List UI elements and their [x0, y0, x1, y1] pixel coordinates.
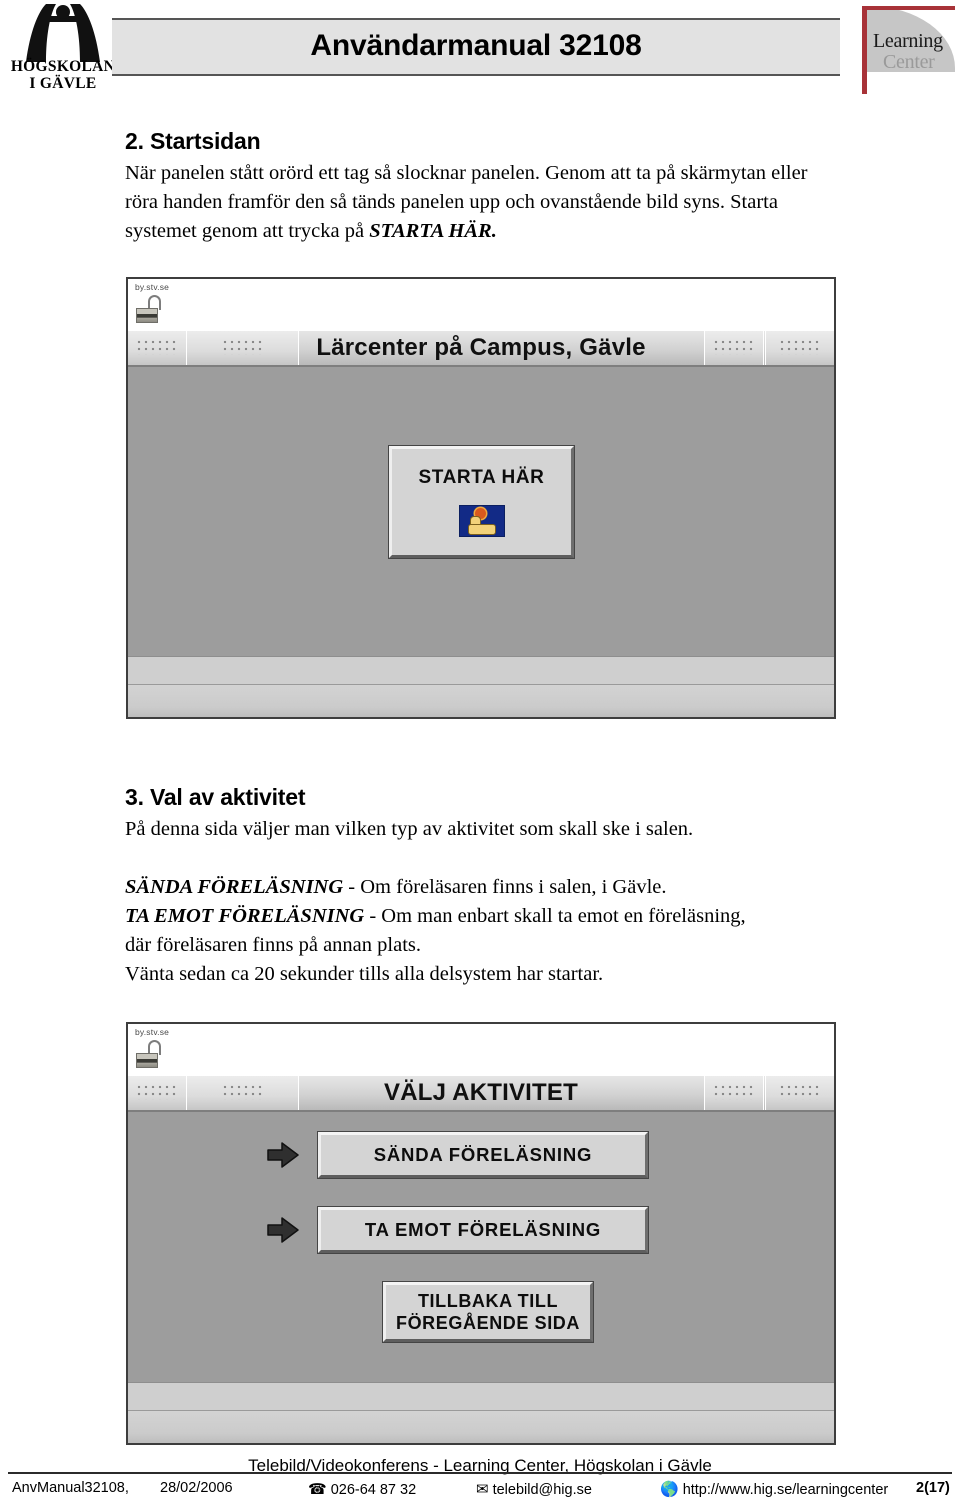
hig-logo-line2: I GÄVLE: [29, 75, 97, 92]
sanda-forelasning-desc: - Om föreläsaren finns i salen, i Gävle.: [343, 876, 667, 898]
panel2-menu-button-4[interactable]: [765, 1076, 834, 1110]
envelope-icon: ✉: [476, 1481, 489, 1498]
section-3-item-1: SÄNDA FÖRELÄSNING - Om föreläsaren finns…: [125, 873, 840, 902]
open-padlock-icon: [136, 1040, 164, 1070]
ta-emot-forelasning-button[interactable]: TA EMOT FÖRELÄSNING: [318, 1207, 648, 1253]
footer-page-number: 2(17): [916, 1480, 950, 1496]
ta-emot-forelasning-button-label: TA EMOT FÖRELÄSNING: [364, 1219, 602, 1240]
footer-web-group[interactable]: 🌎 http://www.hig.se/learningcenter: [660, 1480, 888, 1498]
page-footer: AnvManual32108, 28/02/2006 ☎ 026-64 87 32…: [8, 1478, 952, 1504]
starta-har-button-label: STARTA HÄR: [418, 467, 545, 488]
panel2-brand-label: by.stv.se: [135, 1027, 170, 1037]
panel2-menu-button-3[interactable]: [704, 1076, 764, 1110]
panel1-menu-button-3[interactable]: [704, 331, 764, 365]
footer-date: 28/02/2006: [160, 1480, 233, 1496]
panel1-menubar: Lärcenter på Campus, Gävle: [128, 331, 834, 367]
tillbaka-button-line1: TILLBAKA TILL: [417, 1291, 559, 1311]
ta-emot-forelasning-desc: - Om man enbart skall ta emot en föreläs…: [364, 905, 746, 927]
ta-emot-forelasning-label: TA EMOT FÖRELÄSNING: [125, 905, 365, 927]
panel1-brand-label: by.stv.se: [135, 282, 170, 292]
lc-bracket-vertical: [862, 6, 867, 94]
section-3-heading: 3. Val av aktivitet: [125, 784, 306, 810]
globe-icon: 🌎: [660, 1481, 679, 1498]
panel1-stage: STARTA HÄR: [128, 367, 834, 657]
footer-web: http://www.hig.se/learningcenter: [682, 1482, 889, 1498]
tillbaka-button-line2: FÖREGÅENDE SIDA: [395, 1313, 581, 1333]
panel2-menu-button-3-label: [714, 1085, 754, 1100]
document-title-banner: Användarmanual 32108: [112, 18, 840, 76]
padlock-body: [136, 1053, 158, 1068]
panel1-footer-lower: [128, 684, 834, 717]
press-hand: [467, 524, 496, 535]
hig-arch-logo-icon: [26, 4, 100, 62]
lc-logo-line2: Center: [883, 51, 935, 73]
section-val-av-aktivitet: 3. Val av aktivitet På denna sida väljer…: [125, 784, 840, 989]
panel1-topbar: by.stv.se: [128, 279, 834, 332]
page-header: HÖGSKOLAN I GÄVLE Användarmanual 32108 L…: [0, 0, 960, 100]
panel2-menubar: VÄLJ AKTIVITET: [128, 1076, 834, 1112]
starta-har-button[interactable]: STARTA HÄR: [389, 446, 574, 558]
panel1-menu-button-4-label: [780, 340, 820, 355]
section-3-item-2: TA EMOT FÖRELÄSNING - Om man enbart skal…: [125, 902, 840, 931]
hig-logo-text: HÖGSKOLAN I GÄVLE: [8, 58, 118, 92]
section-3-intro: På denna sida väljer man vilken typ av a…: [125, 818, 694, 840]
footer-email-group[interactable]: ✉ telebild@hig.se: [476, 1480, 592, 1498]
section-startsidan: 2. Startsidan När panelen stått orörd et…: [125, 128, 840, 246]
learning-center-logo: Learning Center: [857, 4, 955, 94]
panel1-menu-button-3-label: [714, 340, 754, 355]
section-3-wait-note: Vänta sedan ca 20 sekunder tills alla de…: [125, 963, 604, 985]
panel2-footer-lower: [128, 1410, 834, 1443]
touchpanel-screenshot-activity: by.stv.se VÄLJ AKTIVITET SÄNDA FÖRELÄSNI…: [126, 1022, 836, 1445]
hig-logo: HÖGSKOLAN I GÄVLE: [8, 2, 118, 94]
lc-logo-line1: Learning: [873, 30, 943, 52]
panel2-stage: SÄNDA FÖRELÄSNING TA EMOT FÖRELÄSNING TI…: [128, 1112, 834, 1383]
panel2-footer-upper: [128, 1382, 834, 1411]
footer-divider: [8, 1472, 952, 1474]
sanda-forelasning-label: SÄNDA FÖRELÄSNING: [125, 876, 344, 898]
panel1-menu-button-4[interactable]: [765, 331, 834, 365]
tillbaka-button[interactable]: TILLBAKA TILL FÖREGÅENDE SIDA: [383, 1282, 593, 1342]
touchpanel-screenshot-start: by.stv.se Lärcenter på Campus, Gävle STA…: [126, 277, 836, 719]
section-2-paragraph: När panelen stått orörd ett tag så slock…: [125, 159, 840, 246]
panel2-topbar: by.stv.se: [128, 1024, 834, 1077]
page-title: Användarmanual 32108: [310, 29, 642, 62]
panel2-menu-button-4-label: [780, 1085, 820, 1100]
footer-phone: 026-64 87 32: [330, 1482, 417, 1498]
hand-press-button-icon: [458, 505, 505, 537]
arrow-right-icon: [267, 1217, 299, 1243]
lc-bracket-horizontal: [862, 6, 955, 10]
sanda-forelasning-button[interactable]: SÄNDA FÖRELÄSNING: [318, 1132, 648, 1178]
arrow-right-icon: [267, 1142, 299, 1168]
section-3-item-2-continued: där föreläsaren finns på annan plats.: [125, 934, 421, 956]
footer-phone-group: ☎ 026-64 87 32: [308, 1480, 416, 1498]
hig-logo-line1: HÖGSKOLAN: [10, 58, 116, 75]
section-2-heading: 2. Startsidan: [125, 128, 261, 154]
section-2-emphasis: STARTA HÄR.: [369, 220, 497, 242]
padlock-body: [136, 308, 158, 323]
panel1-footer-upper: [128, 656, 834, 685]
open-padlock-icon: [136, 295, 164, 325]
footer-email: telebild@hig.se: [492, 1482, 592, 1498]
section-3-spacer: [125, 844, 840, 873]
telephone-icon: ☎: [308, 1481, 327, 1498]
footer-doc-id: AnvManual32108,: [12, 1480, 129, 1496]
sanda-forelasning-button-label: SÄNDA FÖRELÄSNING: [373, 1144, 593, 1165]
